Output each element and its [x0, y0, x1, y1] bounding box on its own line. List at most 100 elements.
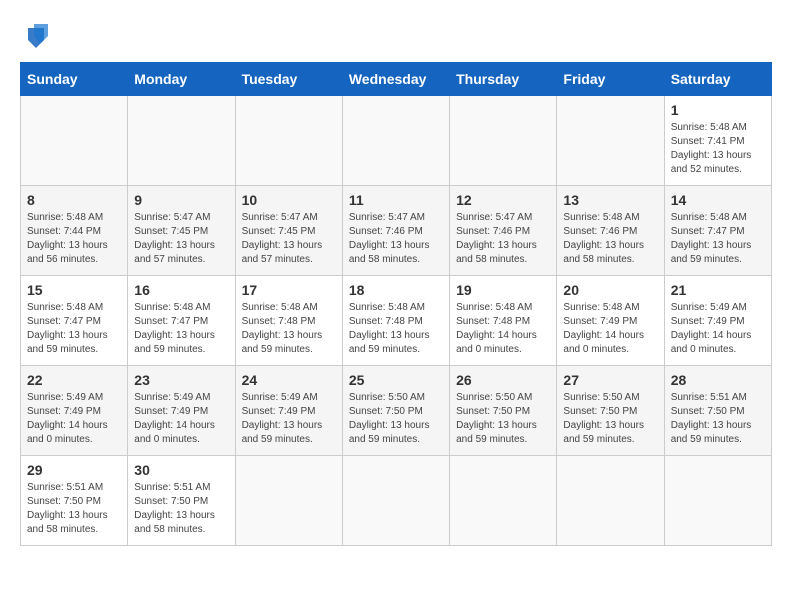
day-info: Sunrise: 5:49 AMSunset: 7:49 PMDaylight:…: [242, 391, 336, 447]
calendar-cell: 20 Sunrise: 5:48 AMSunset: 7:49 PMDayligh…: [557, 276, 664, 366]
day-info: Sunrise: 5:48 AMSunset: 7:44 PMDaylight:…: [27, 211, 121, 267]
day-info: Sunrise: 5:48 AMSunset: 7:47 PMDaylight:…: [134, 301, 228, 357]
calendar-cell: 18 Sunrise: 5:48 AMSunset: 7:48 PMDayligh…: [342, 276, 449, 366]
day-number: 17: [242, 282, 336, 298]
calendar-cell: 29 Sunrise: 5:51 AMSunset: 7:50 PMDayligh…: [21, 456, 128, 546]
day-number: 9: [134, 192, 228, 208]
day-number: 8: [27, 192, 121, 208]
calendar-week-4: 22 Sunrise: 5:49 AMSunset: 7:49 PMDayligh…: [21, 366, 772, 456]
day-info: Sunrise: 5:50 AMSunset: 7:50 PMDaylight:…: [563, 391, 657, 447]
day-info: Sunrise: 5:50 AMSunset: 7:50 PMDaylight:…: [349, 391, 443, 447]
calendar-cell: 10 Sunrise: 5:47 AMSunset: 7:45 PMDayligh…: [235, 186, 342, 276]
day-number: 29: [27, 462, 121, 478]
calendar-cell: 24 Sunrise: 5:49 AMSunset: 7:49 PMDayligh…: [235, 366, 342, 456]
col-header-saturday: Saturday: [664, 63, 771, 96]
day-info: Sunrise: 5:48 AMSunset: 7:49 PMDaylight:…: [563, 301, 657, 357]
calendar-cell: 1 Sunrise: 5:48 AMSunset: 7:41 PMDaylight…: [664, 96, 771, 186]
calendar-cell: 30 Sunrise: 5:51 AMSunset: 7:50 PMDayligh…: [128, 456, 235, 546]
calendar-cell: 19 Sunrise: 5:48 AMSunset: 7:48 PMDayligh…: [450, 276, 557, 366]
calendar-cell: 27 Sunrise: 5:50 AMSunset: 7:50 PMDayligh…: [557, 366, 664, 456]
logo-icon: [20, 20, 52, 52]
calendar-cell: 28 Sunrise: 5:51 AMSunset: 7:50 PMDayligh…: [664, 366, 771, 456]
calendar-cell: 23 Sunrise: 5:49 AMSunset: 7:49 PMDayligh…: [128, 366, 235, 456]
day-number: 30: [134, 462, 228, 478]
calendar-cell: 14 Sunrise: 5:48 AMSunset: 7:47 PMDayligh…: [664, 186, 771, 276]
day-number: 19: [456, 282, 550, 298]
calendar-table: SundayMondayTuesdayWednesdayThursdayFrid…: [20, 62, 772, 546]
calendar-cell: [342, 96, 449, 186]
calendar-cell: [450, 456, 557, 546]
day-headers-row: SundayMondayTuesdayWednesdayThursdayFrid…: [21, 63, 772, 96]
day-info: Sunrise: 5:47 AMSunset: 7:46 PMDaylight:…: [349, 211, 443, 267]
day-number: 13: [563, 192, 657, 208]
calendar-cell: 15 Sunrise: 5:48 AMSunset: 7:47 PMDayligh…: [21, 276, 128, 366]
col-header-wednesday: Wednesday: [342, 63, 449, 96]
day-info: Sunrise: 5:49 AMSunset: 7:49 PMDaylight:…: [671, 301, 765, 357]
day-info: Sunrise: 5:48 AMSunset: 7:47 PMDaylight:…: [671, 211, 765, 267]
day-info: Sunrise: 5:48 AMSunset: 7:41 PMDaylight:…: [671, 121, 765, 177]
day-info: Sunrise: 5:50 AMSunset: 7:50 PMDaylight:…: [456, 391, 550, 447]
day-number: 25: [349, 372, 443, 388]
day-info: Sunrise: 5:49 AMSunset: 7:49 PMDaylight:…: [134, 391, 228, 447]
calendar-cell: [21, 96, 128, 186]
day-info: Sunrise: 5:51 AMSunset: 7:50 PMDaylight:…: [671, 391, 765, 447]
day-number: 14: [671, 192, 765, 208]
calendar-week-5: 29 Sunrise: 5:51 AMSunset: 7:50 PMDayligh…: [21, 456, 772, 546]
day-number: 18: [349, 282, 443, 298]
day-number: 27: [563, 372, 657, 388]
day-number: 21: [671, 282, 765, 298]
calendar-week-3: 15 Sunrise: 5:48 AMSunset: 7:47 PMDayligh…: [21, 276, 772, 366]
calendar-cell: [235, 96, 342, 186]
calendar-cell: 12 Sunrise: 5:47 AMSunset: 7:46 PMDayligh…: [450, 186, 557, 276]
calendar-cell: [342, 456, 449, 546]
calendar-cell: 11 Sunrise: 5:47 AMSunset: 7:46 PMDayligh…: [342, 186, 449, 276]
day-info: Sunrise: 5:48 AMSunset: 7:48 PMDaylight:…: [456, 301, 550, 357]
calendar-week-1: 1 Sunrise: 5:48 AMSunset: 7:41 PMDaylight…: [21, 96, 772, 186]
calendar-cell: 9 Sunrise: 5:47 AMSunset: 7:45 PMDaylight…: [128, 186, 235, 276]
day-info: Sunrise: 5:49 AMSunset: 7:49 PMDaylight:…: [27, 391, 121, 447]
calendar-cell: [450, 96, 557, 186]
calendar-cell: 25 Sunrise: 5:50 AMSunset: 7:50 PMDayligh…: [342, 366, 449, 456]
calendar-cell: 8 Sunrise: 5:48 AMSunset: 7:44 PMDaylight…: [21, 186, 128, 276]
calendar-cell: 16 Sunrise: 5:48 AMSunset: 7:47 PMDayligh…: [128, 276, 235, 366]
col-header-sunday: Sunday: [21, 63, 128, 96]
col-header-tuesday: Tuesday: [235, 63, 342, 96]
col-header-monday: Monday: [128, 63, 235, 96]
calendar-cell: [557, 456, 664, 546]
day-info: Sunrise: 5:48 AMSunset: 7:47 PMDaylight:…: [27, 301, 121, 357]
calendar-cell: 22 Sunrise: 5:49 AMSunset: 7:49 PMDayligh…: [21, 366, 128, 456]
calendar-cell: 26 Sunrise: 5:50 AMSunset: 7:50 PMDayligh…: [450, 366, 557, 456]
calendar-cell: 17 Sunrise: 5:48 AMSunset: 7:48 PMDayligh…: [235, 276, 342, 366]
day-number: 20: [563, 282, 657, 298]
day-info: Sunrise: 5:48 AMSunset: 7:48 PMDaylight:…: [349, 301, 443, 357]
day-number: 15: [27, 282, 121, 298]
day-number: 23: [134, 372, 228, 388]
calendar-cell: [664, 456, 771, 546]
calendar-cell: [235, 456, 342, 546]
col-header-thursday: Thursday: [450, 63, 557, 96]
day-number: 24: [242, 372, 336, 388]
day-number: 28: [671, 372, 765, 388]
day-number: 16: [134, 282, 228, 298]
day-info: Sunrise: 5:48 AMSunset: 7:46 PMDaylight:…: [563, 211, 657, 267]
day-number: 26: [456, 372, 550, 388]
calendar-cell: 21 Sunrise: 5:49 AMSunset: 7:49 PMDayligh…: [664, 276, 771, 366]
day-info: Sunrise: 5:47 AMSunset: 7:45 PMDaylight:…: [134, 211, 228, 267]
day-info: Sunrise: 5:48 AMSunset: 7:48 PMDaylight:…: [242, 301, 336, 357]
day-number: 22: [27, 372, 121, 388]
calendar-cell: [557, 96, 664, 186]
day-info: Sunrise: 5:47 AMSunset: 7:45 PMDaylight:…: [242, 211, 336, 267]
day-number: 11: [349, 192, 443, 208]
day-number: 10: [242, 192, 336, 208]
logo: [20, 20, 58, 52]
col-header-friday: Friday: [557, 63, 664, 96]
day-info: Sunrise: 5:51 AMSunset: 7:50 PMDaylight:…: [27, 481, 121, 537]
day-info: Sunrise: 5:47 AMSunset: 7:46 PMDaylight:…: [456, 211, 550, 267]
day-number: 12: [456, 192, 550, 208]
calendar-cell: 13 Sunrise: 5:48 AMSunset: 7:46 PMDayligh…: [557, 186, 664, 276]
calendar-cell: [128, 96, 235, 186]
day-number: 1: [671, 102, 765, 118]
page-header: [20, 20, 772, 52]
day-info: Sunrise: 5:51 AMSunset: 7:50 PMDaylight:…: [134, 481, 228, 537]
calendar-week-2: 8 Sunrise: 5:48 AMSunset: 7:44 PMDaylight…: [21, 186, 772, 276]
